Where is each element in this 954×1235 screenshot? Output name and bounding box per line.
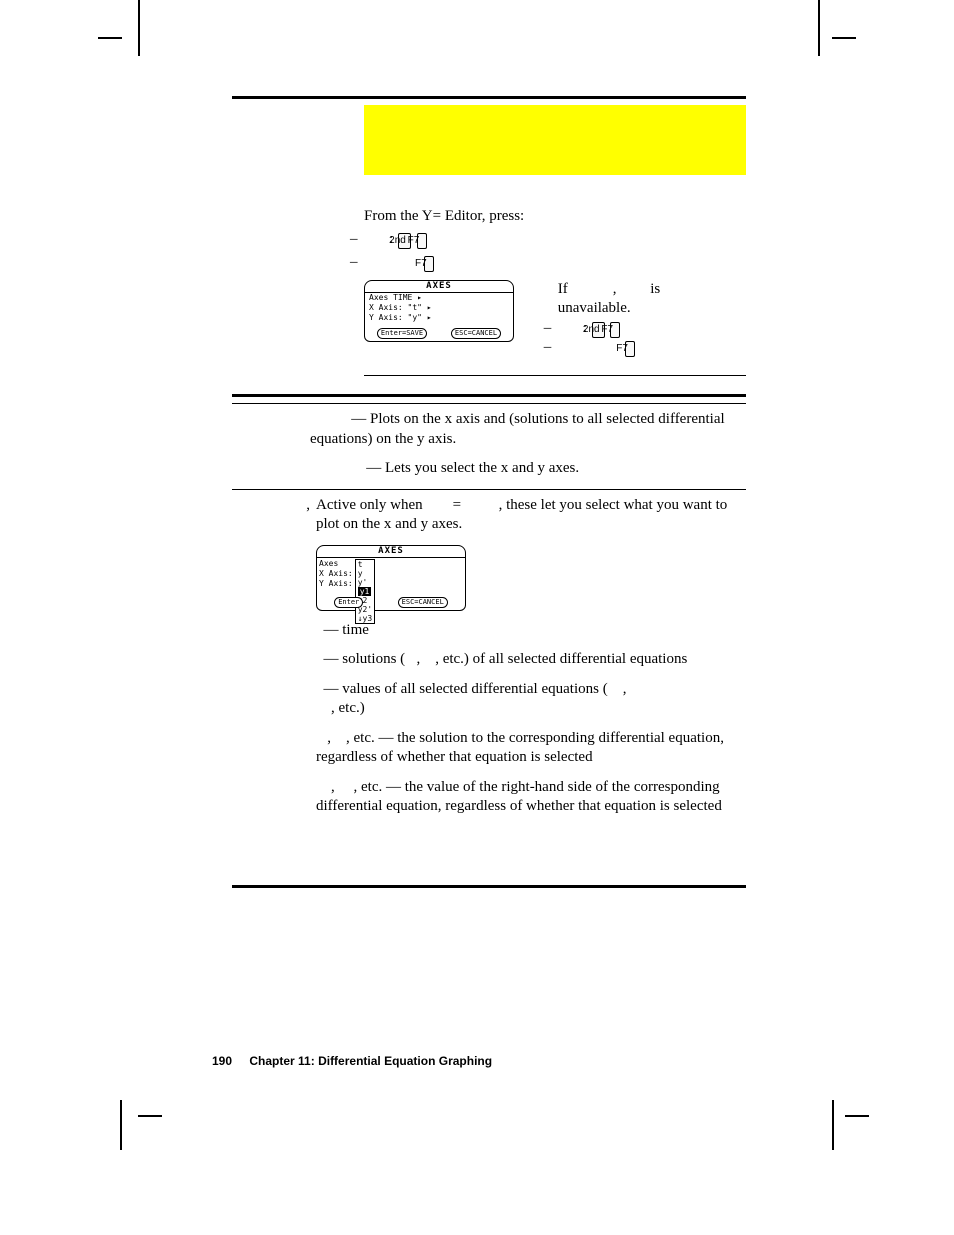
screenshot-row: AXES Axes TIME ▸ X Axis: "t" ▸ Y Axis: "…	[364, 280, 746, 358]
page: From the Y= Editor, press: – : 2nd F7 – …	[0, 0, 954, 1235]
dialog-title: AXES	[365, 281, 513, 293]
note-line2: unavailable.	[558, 300, 631, 316]
body-text: From the Y= Editor, press: – : 2nd F7 – …	[364, 207, 746, 376]
crop-mark	[832, 1100, 834, 1150]
crop-mark	[98, 37, 122, 39]
note-line1a: If	[558, 281, 568, 297]
thin-rule	[364, 375, 746, 376]
key-f7: F7	[625, 341, 635, 357]
bottom-rule	[232, 885, 746, 888]
axis-menu: t y y' y1 y2 y2' ↓y3	[355, 559, 375, 624]
crop-mark	[120, 1100, 122, 1150]
crop-mark	[818, 0, 820, 56]
opt-y: — solutions ( , , etc.) of all selected …	[316, 650, 746, 670]
dialog-title: AXES	[317, 546, 465, 559]
mid-rule-thin	[232, 403, 746, 404]
crop-mark	[138, 0, 140, 56]
xy-axis-desc: Active only when = , these let you selec…	[316, 496, 746, 535]
crop-mark	[832, 37, 856, 39]
table-row: — Plots on the x axis and (solutions to …	[232, 410, 746, 489]
page-footer: 190 Chapter 11: Differential Equation Gr…	[212, 1054, 492, 1068]
note-line1b: is	[650, 281, 660, 297]
side-note: If , is unavailable. – : 2nd F7 – F7	[558, 280, 718, 358]
key-f7: F7	[610, 322, 620, 338]
intro-bullet-1: – : 2nd F7	[364, 230, 746, 249]
dialog-row: Axes TIME ▸	[365, 293, 513, 303]
crop-mark	[138, 1115, 162, 1117]
top-rule	[232, 96, 746, 99]
page-number: 190	[212, 1054, 232, 1068]
intro-line: From the Y= Editor, press:	[364, 207, 746, 226]
dialog-row: Y Axis: "y" ▸	[365, 313, 513, 323]
axes-dialog-screenshot-2: AXES Axes X Axis: Y Axis: t y y'	[316, 545, 466, 611]
enter-save-button: Enter=SAVE	[377, 328, 427, 339]
opt-yn: , , etc. — the solution to the correspon…	[316, 729, 746, 768]
crop-mark	[845, 1115, 869, 1117]
axes-dialog-screenshot-1: AXES Axes TIME ▸ X Axis: "t" ▸ Y Axis: "…	[364, 280, 514, 342]
axes-custom-desc: — Lets you select the x and y axes.	[310, 459, 746, 479]
opt-ynprime: , , etc. — the value of the right-hand s…	[316, 778, 746, 817]
dialog-labels: Axes X Axis: Y Axis:	[317, 558, 355, 624]
table-row: , Active only when = , these let you sel…	[232, 496, 746, 827]
esc-cancel-button: ESC=CANCEL	[398, 597, 448, 608]
enter-button: Enter	[334, 597, 363, 608]
dialog-row: X Axis: "t" ▸	[365, 303, 513, 313]
axes-time-desc: — Plots on the x axis and (solutions to …	[310, 410, 746, 449]
items-table: — Plots on the x axis and (solutions to …	[232, 410, 746, 827]
key-f7: F7	[417, 233, 427, 249]
chapter-title: Chapter 11: Differential Equation Graphi…	[249, 1054, 492, 1068]
esc-cancel-button: ESC=CANCEL	[451, 328, 501, 339]
row-rule	[232, 489, 746, 490]
opt-yprime: — values of all selected differential eq…	[316, 680, 746, 719]
intro-bullet-2: – F7	[364, 253, 746, 272]
mid-rule-thick	[232, 394, 746, 397]
key-f7: F7	[424, 256, 434, 272]
content-area: From the Y= Editor, press: – : 2nd F7 – …	[232, 96, 746, 827]
heading-highlight	[364, 105, 746, 175]
